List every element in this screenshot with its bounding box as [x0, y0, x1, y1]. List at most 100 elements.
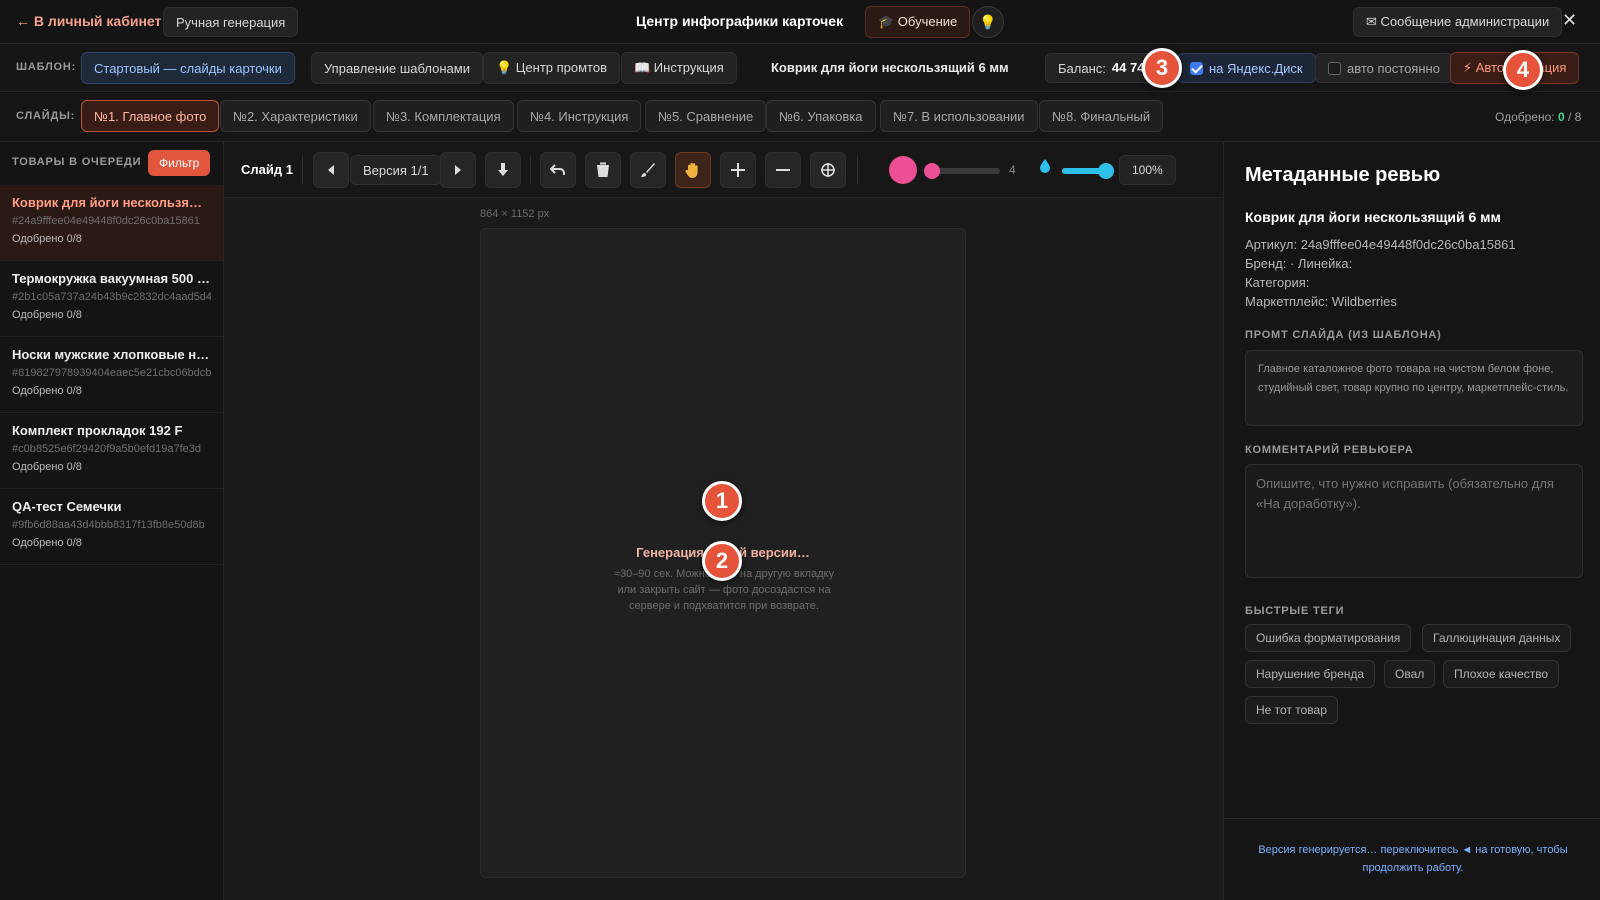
queue-item[interactable]: Носки мужские хлопковые набор #819827978… [0, 337, 223, 413]
back-to-cabinet-link[interactable]: ← В личный кабинет [16, 13, 161, 29]
zoom-out-icon[interactable] [765, 152, 801, 188]
opacity-slider[interactable] [1062, 163, 1114, 179]
toolbar-divider [530, 156, 531, 184]
queue-heading: ТОВАРЫ В ОЧЕРЕДИ [12, 156, 142, 168]
queue-item[interactable]: Коврик для йоги нескользящий 6 мм #24a9f… [0, 185, 223, 261]
version-indicator: Версия 1/1 [350, 155, 442, 185]
quick-tags-heading: БЫСТРЫЕ ТЕГИ [1245, 605, 1345, 617]
approved-label: Одобрено: [1495, 110, 1555, 124]
queue-item-status: Одобрено 0/8 [12, 461, 82, 473]
trash-icon[interactable] [585, 152, 621, 188]
queue-item-hash: #9fb6d88aa43d4bbb8317f13fb8e50d8b [12, 519, 205, 531]
queue-item-status: Одобрено 0/8 [12, 537, 82, 549]
yandex-disk-label: на Яндекс.Диск [1209, 60, 1303, 76]
lightbulb-icon[interactable]: 💡 [972, 6, 1004, 38]
editor-area: Слайд 1 Версия 1/1 4 100% 864 × 1152 px … [224, 142, 1223, 900]
quick-tag[interactable]: Не тот товар [1245, 696, 1338, 724]
queue-item-status: Одобрено 0/8 [12, 309, 82, 321]
auto-always-toggle[interactable]: авто постоянно [1315, 53, 1453, 83]
admin-message-button[interactable]: ✉ Сообщение администрации [1353, 7, 1563, 37]
manage-templates-button[interactable]: Управление шаблонами [311, 52, 483, 84]
slide-tab-4[interactable]: №4. Инструкция [517, 100, 642, 132]
marker-1: 1 [702, 481, 742, 521]
top-bar: ← В личный кабинет Ручная генерация Цент… [0, 0, 1600, 44]
next-version-icon[interactable] [440, 152, 476, 188]
slide-tab-1[interactable]: №1. Главное фото [81, 100, 220, 132]
undo-icon[interactable] [540, 152, 576, 188]
product-queue-sidebar: ТОВАРЫ В ОЧЕРЕДИ Фильтр Коврик для йоги … [0, 142, 224, 900]
queue-item[interactable]: Комплект прокладок 192 F #c0b8525e6f2942… [0, 413, 223, 489]
queue-item-name: Коврик для йоги нескользящий 6 мм [12, 195, 211, 210]
slide-label: Слайд 1 [241, 162, 293, 177]
editor-toolbar: Слайд 1 Версия 1/1 4 100% [224, 142, 1223, 198]
close-icon[interactable]: ✕ [1562, 10, 1577, 31]
current-product-name: Коврик для йоги нескользящий 6 мм [771, 60, 1009, 75]
slide-tab-3[interactable]: №3. Комплектация [373, 100, 514, 132]
slide-tab-2[interactable]: №2. Характеристики [220, 100, 371, 132]
slides-bar: СЛАЙДЫ: №1. Главное фото №2. Характерист… [0, 92, 1600, 142]
brush-color-swatch[interactable] [889, 156, 917, 184]
queue-item-name: QA-тест Семечки [12, 499, 122, 514]
slide-prompt-text: Главное каталожное фото товара на чистом… [1245, 350, 1583, 426]
slide-tab-6[interactable]: №6. Упаковка [766, 100, 876, 132]
queue-item[interactable]: QA-тест Семечки #9fb6d88aa43d4bbb8317f13… [0, 489, 223, 565]
meta-title: Метаданные ревью [1245, 164, 1441, 186]
auto-always-checkbox[interactable] [1328, 61, 1341, 75]
toolbar-divider [302, 156, 303, 184]
slides-label: СЛАЙДЫ: [16, 110, 76, 122]
quick-tag[interactable]: Галлюцинация данных [1422, 624, 1572, 652]
approved-count: 0 [1557, 110, 1565, 124]
prev-version-icon[interactable] [313, 152, 349, 188]
auto-always-label: авто постоянно [1347, 60, 1440, 76]
balance-label: Баланс: [1058, 60, 1106, 76]
meta-article: Артикул: 24a9fffee04e49448f0dc26c0ba1586… [1245, 237, 1516, 252]
template-select-button[interactable]: Стартовый — слайды карточки [81, 52, 295, 84]
fit-to-screen-icon[interactable] [810, 152, 846, 188]
yandex-disk-checkbox[interactable] [1190, 61, 1203, 75]
review-metadata-panel: Метаданные ревью Коврик для йоги несколь… [1223, 142, 1600, 900]
approved-total: / 8 [1567, 110, 1582, 124]
hand-pan-icon[interactable] [675, 152, 711, 188]
brush-size-slider[interactable] [924, 163, 1000, 179]
meta-brand: Бренд: · Линейка: [1245, 256, 1353, 271]
marker-2: 2 [702, 541, 742, 581]
brush-size-slider-knob[interactable] [924, 163, 940, 179]
yandex-disk-toggle[interactable]: на Яндекс.Диск [1177, 53, 1316, 83]
slide-tab-7[interactable]: №7. В использовании [880, 100, 1038, 132]
reviewer-comment-input[interactable] [1245, 464, 1583, 578]
template-bar: ШАБЛОН: Стартовый — слайды карточки Упра… [0, 44, 1600, 92]
filter-button[interactable]: Фильтр [148, 150, 211, 176]
brush-size-value: 4 [1009, 163, 1016, 177]
queue-item-hash: #c0b8525e6f29420f9a5b0efd19a7fe3d [12, 443, 202, 455]
meta-product-name: Коврик для йоги нескользящий 6 мм [1245, 209, 1501, 225]
zoom-in-icon[interactable] [720, 152, 756, 188]
quick-tag[interactable]: Плохое качество [1443, 660, 1560, 688]
quick-tag[interactable]: Нарушение бренда [1245, 660, 1376, 688]
instructions-button[interactable]: 📖 Инструкция [621, 52, 737, 84]
queue-item-name: Термокружка вакуумная 500 мл нержавеющая [12, 271, 211, 286]
download-icon[interactable] [485, 152, 521, 188]
meta-marketplace: Маркетплейс: Wildberries [1245, 294, 1397, 309]
opacity-drop-icon [1040, 159, 1050, 176]
marker-3: 3 [1142, 48, 1182, 88]
training-button[interactable]: 🎓 Обучение [865, 6, 971, 38]
opacity-value: 100% [1119, 155, 1176, 185]
opacity-slider-knob[interactable] [1098, 163, 1114, 179]
template-label: ШАБЛОН: [16, 61, 77, 73]
marker-4: 4 [1503, 50, 1543, 90]
queue-item-status: Одобрено 0/8 [12, 385, 82, 397]
prompt-heading: ПРОМТ СЛАЙДА (ИЗ ШАБЛОНА) [1245, 329, 1442, 341]
queue-item-hash: #24a9fffee04e49448f0dc26c0ba15861 [12, 215, 201, 227]
toolbar-divider [857, 156, 858, 184]
queue-item[interactable]: Термокружка вакуумная 500 мл нержавеющая… [0, 261, 223, 337]
approved-counter: Одобрено: 0 / 8 [1495, 110, 1581, 124]
manual-generation-button[interactable]: Ручная генерация [163, 7, 299, 37]
slide-tab-5[interactable]: №5. Сравнение [645, 100, 767, 132]
quick-tag[interactable]: Ошибка форматирования [1245, 624, 1412, 652]
canvas-dimensions: 864 × 1152 px [480, 208, 550, 220]
page-title: Центр инфографики карточек [636, 13, 844, 29]
slide-tab-8[interactable]: №8. Финальный [1039, 100, 1164, 132]
quick-tag[interactable]: Овал [1384, 660, 1436, 688]
brush-icon[interactable] [630, 152, 666, 188]
prompts-center-button[interactable]: 💡 Центр промтов [483, 52, 621, 84]
